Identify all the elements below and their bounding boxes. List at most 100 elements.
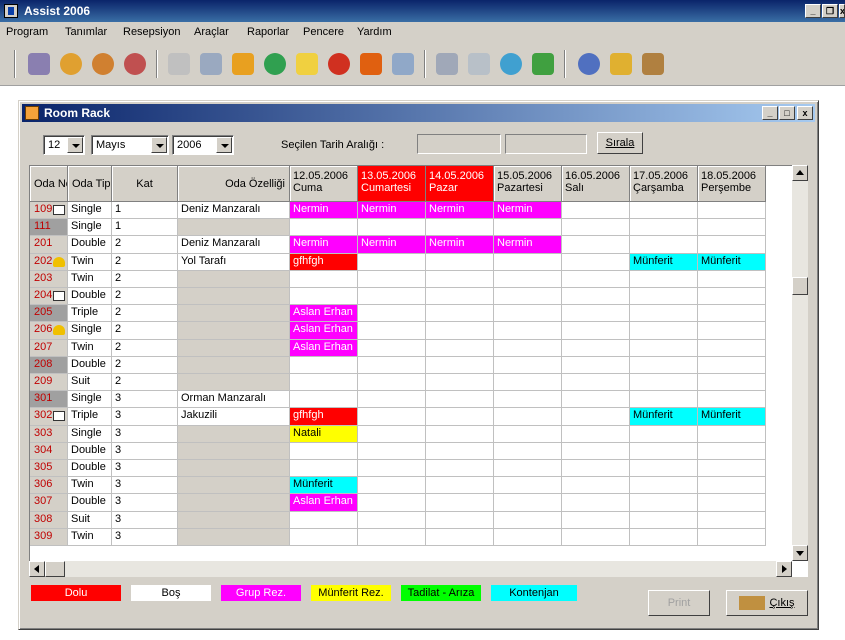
booking-cell[interactable]: Aslan Erhan [290,339,358,357]
room-feature-cell[interactable] [178,374,290,392]
booking-cell[interactable] [630,374,698,392]
booking-cell[interactable] [426,511,494,529]
chevron-down-icon[interactable] [216,137,232,153]
booking-cell[interactable] [630,391,698,409]
booking-cell[interactable] [358,339,426,357]
room-feature-cell[interactable] [178,288,290,306]
clock-icon[interactable] [328,53,350,75]
floor-cell[interactable]: 2 [112,356,178,374]
booking-cell[interactable] [630,322,698,340]
booking-cell[interactable] [494,322,562,340]
list-icon[interactable] [392,53,414,75]
room-number-cell[interactable]: 306 [30,477,68,495]
booking-cell[interactable] [358,356,426,374]
room-type-cell[interactable]: Twin [68,528,112,546]
document-icon[interactable] [436,53,458,75]
floor-cell[interactable]: 3 [112,460,178,478]
booking-cell[interactable] [358,460,426,478]
booking-cell[interactable] [630,477,698,495]
booking-cell[interactable]: Münferit [698,253,766,271]
room-type-cell[interactable]: Triple [68,305,112,323]
room-type-cell[interactable]: Double [68,356,112,374]
floor-cell[interactable]: 1 [112,219,178,237]
booking-cell[interactable] [290,511,358,529]
booking-cell[interactable] [494,460,562,478]
booking-cell[interactable] [698,202,766,220]
room-number-cell[interactable]: 204 [30,288,68,306]
room-number-cell[interactable]: 201 [30,236,68,254]
room-feature-cell[interactable]: Jakuzili [178,408,290,426]
room-feature-cell[interactable]: Deniz Manzaralı [178,236,290,254]
dollar-icon[interactable] [264,53,286,75]
exit-button[interactable]: Çıkış [726,590,808,616]
scroll-down-icon[interactable] [792,545,808,561]
booking-cell[interactable] [698,219,766,237]
booking-cell[interactable] [494,425,562,443]
room-feature-cell[interactable] [178,511,290,529]
scroll-left-icon[interactable] [29,561,45,577]
booking-cell[interactable] [290,270,358,288]
booking-cell[interactable] [426,477,494,495]
booking-cell[interactable] [290,288,358,306]
column-header-room-no[interactable]: Oda No [30,166,68,202]
booking-cell[interactable] [562,494,630,512]
room-number-cell[interactable]: 308 [30,511,68,529]
room-type-cell[interactable]: Single [68,391,112,409]
home-icon[interactable] [642,53,664,75]
booking-cell[interactable] [426,339,494,357]
room-number-cell[interactable]: 109 [30,202,68,220]
booking-cell[interactable] [698,356,766,374]
room-number-cell[interactable]: 302 [30,408,68,426]
booking-cell[interactable] [698,339,766,357]
room-number-cell[interactable]: 209 [30,374,68,392]
booking-cell[interactable] [426,528,494,546]
floor-cell[interactable]: 2 [112,322,178,340]
booking-cell[interactable] [698,374,766,392]
booking-cell[interactable] [698,322,766,340]
range-start-field[interactable] [417,134,501,154]
room-type-cell[interactable]: Single [68,322,112,340]
booking-cell[interactable]: Nermin [426,236,494,254]
booking-cell[interactable] [562,322,630,340]
cleaning-icon[interactable] [200,53,222,75]
floor-cell[interactable]: 3 [112,442,178,460]
room-type-cell[interactable]: Double [68,288,112,306]
booking-cell[interactable] [630,270,698,288]
room-type-cell[interactable]: Twin [68,477,112,495]
menu-pencere[interactable]: Pencere [303,26,344,38]
booking-cell[interactable] [426,391,494,409]
booking-cell[interactable] [698,391,766,409]
booking-cell[interactable] [358,322,426,340]
sort-button[interactable]: Sırala [597,132,643,154]
booking-cell[interactable] [290,219,358,237]
coins-icon[interactable] [232,53,254,75]
booking-cell[interactable] [562,408,630,426]
booking-cell[interactable] [698,442,766,460]
booking-cell[interactable]: Aslan Erhan [290,305,358,323]
floor-cell[interactable]: 3 [112,408,178,426]
booking-cell[interactable] [562,202,630,220]
booking-cell[interactable] [358,511,426,529]
room-number-cell[interactable]: 309 [30,528,68,546]
booking-cell[interactable] [358,219,426,237]
booking-cell[interactable]: Aslan Erhan [290,322,358,340]
booking-cell[interactable] [426,322,494,340]
room-number-cell[interactable]: 206 [30,322,68,340]
window-minimize-button[interactable]: _ [762,106,778,120]
booking-cell[interactable]: gfhfgh [290,408,358,426]
booking-cell[interactable] [494,356,562,374]
menu-araclar[interactable]: Araçlar [194,26,229,38]
room-feature-cell[interactable]: Yol Tarafı [178,253,290,271]
booking-cell[interactable] [494,442,562,460]
booking-cell[interactable] [630,288,698,306]
booking-cell[interactable] [494,528,562,546]
booking-cell[interactable] [630,202,698,220]
booking-cell[interactable] [290,356,358,374]
room-number-cell[interactable]: 111 [30,219,68,237]
booking-cell[interactable] [494,408,562,426]
floor-cell[interactable]: 2 [112,374,178,392]
floor-cell[interactable]: 3 [112,494,178,512]
printer-icon[interactable] [468,53,490,75]
room-type-cell[interactable]: Double [68,442,112,460]
booking-cell[interactable]: Münferit [698,408,766,426]
